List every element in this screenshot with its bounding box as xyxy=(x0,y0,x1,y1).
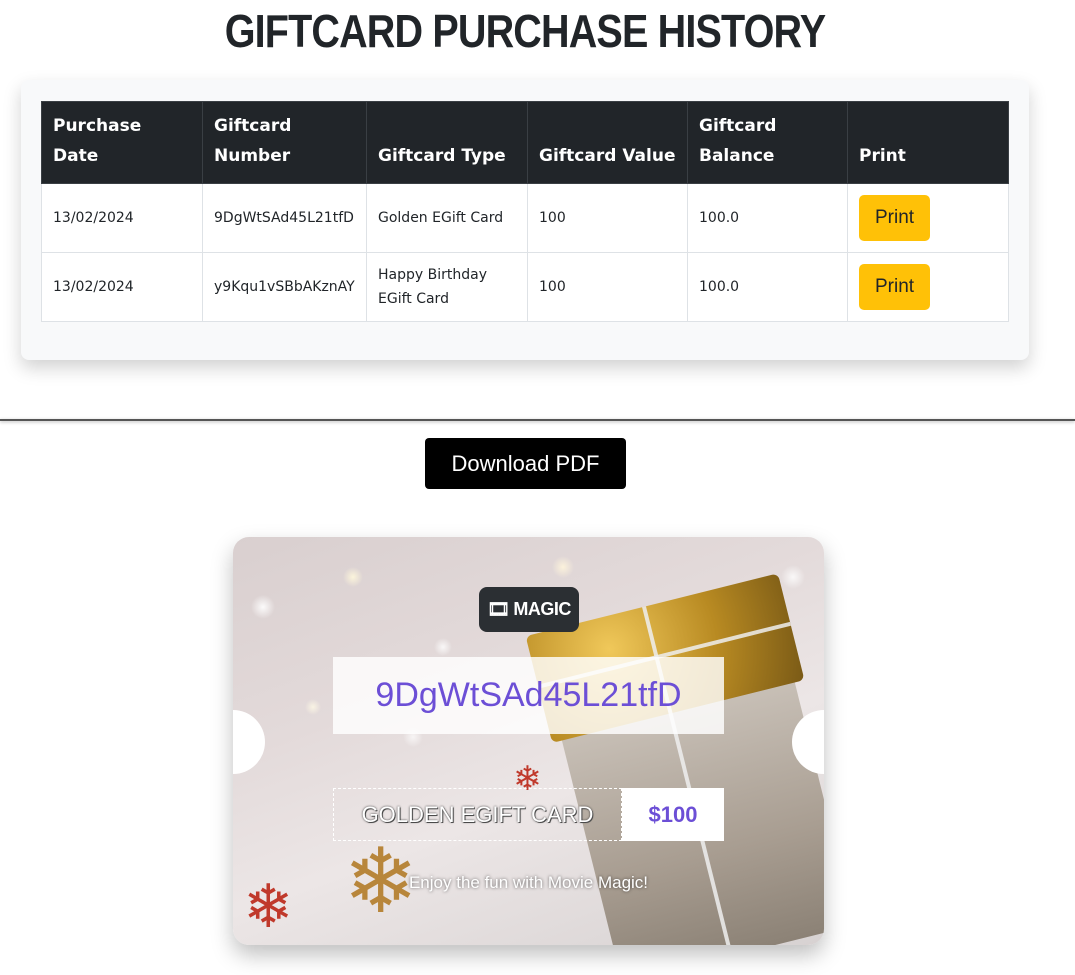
cell-purchase-date: 13/02/2024 xyxy=(41,252,203,322)
cell-giftcard-number: y9Kqu1vSBbAKznAY xyxy=(202,252,367,322)
gift-card-code: 9DgWtSAd45L21tfD xyxy=(333,657,724,734)
cell-giftcard-value: 100 xyxy=(527,252,688,322)
cell-giftcard-number: 9DgWtSAd45L21tfD xyxy=(202,183,367,253)
header-giftcard-value: Giftcard Value xyxy=(527,101,688,184)
cell-print: Print xyxy=(847,183,1009,253)
brand-badge: 🎞 MAGIC xyxy=(479,587,579,632)
section-divider xyxy=(0,419,1075,421)
table-header-row: Purchase Date Giftcard Number Giftcard T… xyxy=(41,101,1009,184)
table-row: 13/02/2024 9DgWtSAd45L21tfD Golden EGift… xyxy=(41,183,1009,253)
purchase-history-table: Purchase Date Giftcard Number Giftcard T… xyxy=(41,101,1009,322)
gift-card-preview: ❄ ❄ ❄ 🎞 MAGIC 9DgWtSAd45L21tfD GOLDEN EG… xyxy=(233,537,824,945)
header-giftcard-number: Giftcard Number xyxy=(202,101,367,184)
header-print: Print xyxy=(847,101,1009,184)
cell-giftcard-balance: 100.0 xyxy=(687,183,848,253)
print-button[interactable]: Print xyxy=(859,195,931,241)
cell-print: Print xyxy=(847,252,1009,322)
history-panel: Purchase Date Giftcard Number Giftcard T… xyxy=(21,80,1029,360)
gift-card-tagline: Enjoy the fun with Movie Magic! xyxy=(408,873,649,892)
page: GIFTCARD PURCHASE HISTORY Purchase Date … xyxy=(0,0,1075,975)
page-title: GIFTCARD PURCHASE HISTORY xyxy=(224,5,826,57)
cell-giftcard-balance: 100.0 xyxy=(687,252,848,322)
film-icon: 🎞 xyxy=(487,599,510,619)
table-row: 13/02/2024 y9Kqu1vSBbAKznAY Happy Birthd… xyxy=(41,252,1009,322)
gift-card-value: $100 xyxy=(622,788,724,841)
download-pdf-button[interactable]: Download PDF xyxy=(425,438,626,489)
gift-card-type: GOLDEN EGIFT CARD xyxy=(333,788,622,841)
header-giftcard-type: Giftcard Type xyxy=(366,101,528,184)
ticket-notch-left xyxy=(233,710,265,774)
cell-giftcard-value: 100 xyxy=(527,183,688,253)
cell-giftcard-type: Happy Birthday EGift Card xyxy=(366,252,528,322)
cell-giftcard-type: Golden EGift Card xyxy=(366,183,528,253)
brand-name: MAGIC xyxy=(513,599,571,619)
header-purchase-date: Purchase Date xyxy=(41,101,203,184)
cell-purchase-date: 13/02/2024 xyxy=(41,183,203,253)
header-giftcard-balance: Giftcard Balance xyxy=(687,101,848,184)
print-button[interactable]: Print xyxy=(859,264,931,310)
